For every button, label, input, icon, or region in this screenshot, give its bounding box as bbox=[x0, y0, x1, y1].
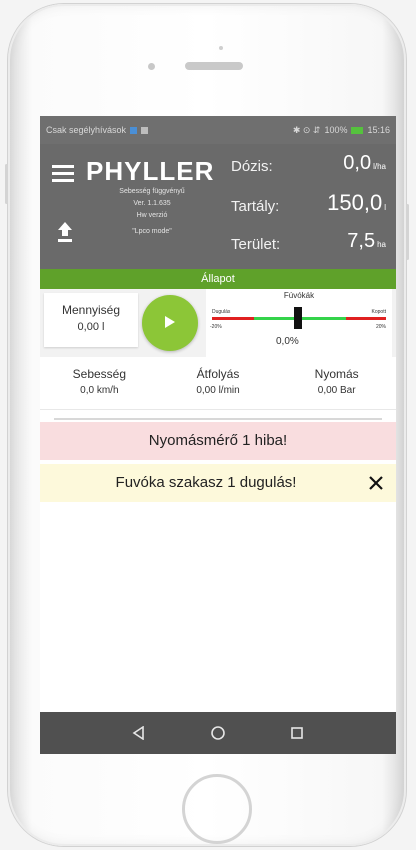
front-camera bbox=[148, 63, 155, 70]
earpiece-speaker bbox=[185, 62, 243, 70]
back-button[interactable] bbox=[129, 723, 149, 743]
upload-icon[interactable] bbox=[56, 221, 74, 243]
close-icon[interactable] bbox=[368, 475, 384, 491]
warning-alert[interactable]: Fuvóka szakasz 1 dugulás! bbox=[40, 464, 396, 502]
control-row: Mennyiség 0,00 l Fúvókák Dugulás Kopott … bbox=[40, 289, 396, 357]
app-screen: Csak segélyhívások ✱ ⊙ ⇵ 100% 15:16 PHYL… bbox=[40, 116, 396, 754]
tank-label: Tartály: bbox=[231, 198, 280, 215]
battery-percent: 100% bbox=[324, 125, 348, 135]
mode-label: "Lpco mode" bbox=[132, 228, 172, 235]
hw-version: Hw verzió bbox=[136, 212, 168, 219]
notification-icon bbox=[141, 126, 149, 134]
tank-number: 150,0 bbox=[327, 190, 383, 215]
warning-text: Fuvóka szakasz 1 dugulás! bbox=[115, 474, 297, 491]
speed-metric: Sebesség 0,0 km/h bbox=[40, 357, 159, 409]
carrier-text: Csak segélyhívások bbox=[46, 125, 127, 135]
home-nav-button[interactable] bbox=[208, 723, 228, 743]
battery-icon bbox=[351, 126, 364, 134]
divider bbox=[54, 418, 382, 420]
nozzle-indicator bbox=[294, 307, 302, 329]
home-icon bbox=[211, 726, 225, 740]
app-header: PHYLLER Sebesség függvényű Ver. 1.1.635 … bbox=[40, 144, 396, 269]
app-version: Ver. 1.1.635 bbox=[133, 200, 171, 207]
flow-value: 0,00 l/min bbox=[196, 385, 240, 396]
worn-label: Kopott bbox=[371, 309, 386, 315]
phone-frame: Csak segélyhívások ✱ ⊙ ⇵ 100% 15:16 PHYL… bbox=[5, 4, 409, 846]
pressure-metric: Nyomás 0,00 Bar bbox=[277, 357, 396, 409]
recents-button[interactable] bbox=[287, 723, 307, 743]
sensor-dot bbox=[219, 46, 223, 50]
app-subtitle: Sebesség függvényű bbox=[119, 188, 185, 195]
nozzle-title: Fúvókák bbox=[283, 291, 315, 300]
spacer bbox=[40, 410, 396, 420]
pressure-label: Nyomás bbox=[314, 367, 359, 381]
back-icon bbox=[132, 726, 145, 740]
start-button[interactable] bbox=[142, 295, 198, 351]
volume-button bbox=[5, 164, 8, 204]
menu-icon[interactable] bbox=[52, 165, 74, 183]
status-bar: Csak segélyhívások ✱ ⊙ ⇵ 100% 15:16 bbox=[40, 116, 396, 144]
tank-unit: l bbox=[384, 203, 386, 212]
app-logo: PHYLLER bbox=[86, 156, 215, 186]
power-button bbox=[406, 204, 409, 260]
dose-value: 0,0 l/ha bbox=[343, 152, 386, 175]
metrics-row: Sebesség 0,0 km/h Átfolyás 0,00 l/min Ny… bbox=[40, 357, 396, 410]
state-bar[interactable]: Állapot bbox=[40, 269, 396, 289]
navigation-bar bbox=[40, 712, 396, 754]
pressure-value: 0,00 Bar bbox=[317, 385, 356, 396]
clogged-label: Dugulás bbox=[212, 309, 231, 315]
notification-icon bbox=[130, 126, 138, 134]
flow-label: Átfolyás bbox=[196, 367, 240, 381]
dose-unit: l/ha bbox=[373, 162, 386, 171]
quantity-card[interactable]: Mennyiség 0,00 l bbox=[44, 293, 138, 347]
area-value: 7,5 ha bbox=[347, 230, 386, 253]
area-number: 7,5 bbox=[347, 230, 376, 252]
recents-icon bbox=[290, 727, 303, 739]
tank-value: 150,0 l bbox=[327, 190, 386, 216]
worn-range-bar bbox=[346, 317, 386, 320]
quantity-value: 0,00 l bbox=[77, 321, 105, 333]
left-percent: -20% bbox=[210, 324, 222, 330]
hardware-home-button[interactable] bbox=[182, 774, 252, 844]
error-alert[interactable]: Nyomásmérő 1 hiba! bbox=[40, 422, 396, 460]
area-label: Terület: bbox=[231, 236, 281, 253]
clock: 15:16 bbox=[367, 125, 390, 135]
quantity-label: Mennyiség bbox=[61, 303, 121, 317]
play-icon bbox=[165, 316, 175, 328]
right-percent: 20% bbox=[375, 324, 386, 330]
speed-value: 0,0 km/h bbox=[80, 385, 119, 396]
speed-label: Sebesség bbox=[72, 367, 127, 381]
nozzle-panel: Fúvókák Dugulás Kopott -20% 20% 0,0% bbox=[206, 289, 392, 357]
status-icons: ✱ ⊙ ⇵ bbox=[292, 124, 321, 135]
area-unit: ha bbox=[377, 240, 386, 249]
dose-number: 0,0 bbox=[343, 152, 372, 174]
clogged-range-bar bbox=[212, 317, 254, 320]
flow-metric: Átfolyás 0,00 l/min bbox=[159, 357, 278, 409]
nozzle-deviation: 0,0% bbox=[276, 336, 299, 347]
dose-label: Dózis: bbox=[231, 158, 273, 175]
